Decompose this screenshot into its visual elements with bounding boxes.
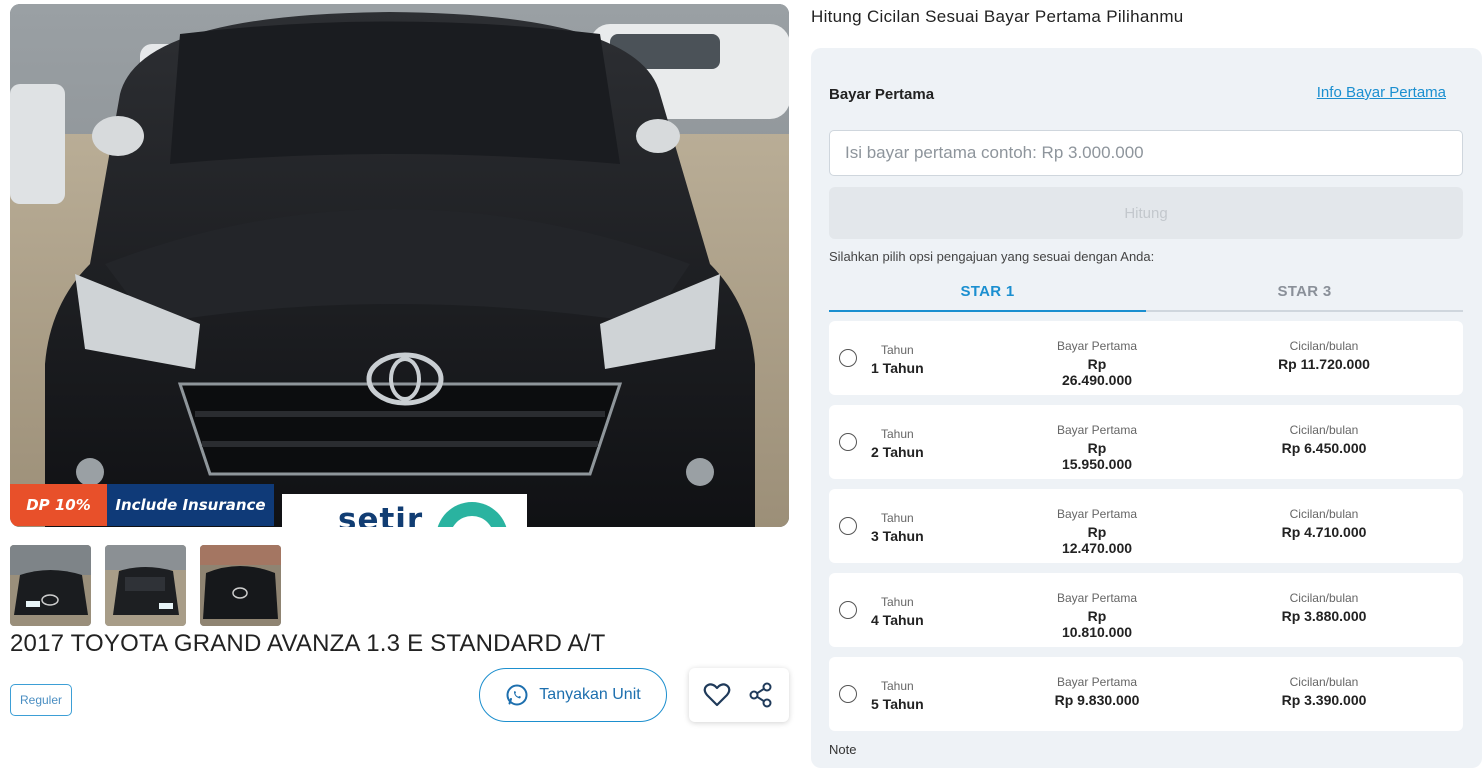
monthly-installment-cell: Cicilan/bulan Rp 6.450.000 bbox=[1278, 423, 1370, 456]
monthly-installment-header: Cicilan/bulan bbox=[1289, 339, 1359, 353]
installment-option-3[interactable]: Tahun 3 Tahun Bayar Pertama Rp 12.470.00… bbox=[829, 489, 1463, 563]
ask-unit-button[interactable]: Tanyakan Unit bbox=[479, 668, 667, 722]
calculator-title: Hitung Cicilan Sesuai Bayar Pertama Pili… bbox=[811, 7, 1184, 26]
thumbnail-3[interactable] bbox=[200, 545, 281, 626]
plan-tabs: STAR 1 STAR 3 bbox=[829, 276, 1463, 312]
dp-badge: DP 10% bbox=[10, 484, 107, 526]
monthly-installment-header: Cicilan/bulan bbox=[1289, 591, 1359, 605]
down-payment-header: Bayar Pertama bbox=[1056, 339, 1138, 353]
monthly-installment-value: Rp 6.450.000 bbox=[1281, 440, 1367, 456]
car-photo-illustration bbox=[10, 4, 789, 527]
down-payment-value: Rp 15.950.000 bbox=[1061, 440, 1133, 472]
option-radio[interactable] bbox=[839, 685, 857, 703]
tenor-header: Tahun bbox=[880, 343, 914, 357]
monthly-installment-value: Rp 4.710.000 bbox=[1281, 524, 1367, 540]
monthly-installment-cell: Cicilan/bulan Rp 3.880.000 bbox=[1278, 591, 1370, 624]
tenor-cell: Tahun 5 Tahun bbox=[871, 679, 924, 712]
installment-options-list: Tahun 1 Tahun Bayar Pertama Rp 26.490.00… bbox=[829, 321, 1463, 741]
monthly-installment-value: Rp 11.720.000 bbox=[1278, 356, 1370, 372]
tenor-value: 5 Tahun bbox=[871, 696, 924, 712]
down-payment-cell: Bayar Pertama Rp 26.490.000 bbox=[1051, 339, 1143, 388]
tenor-header: Tahun bbox=[880, 679, 914, 693]
share-icon[interactable] bbox=[745, 679, 777, 711]
installment-option-1[interactable]: Tahun 1 Tahun Bayar Pertama Rp 26.490.00… bbox=[829, 321, 1463, 395]
setir-logo-mark bbox=[436, 502, 508, 527]
option-radio[interactable] bbox=[839, 517, 857, 535]
down-payment-header: Bayar Pertama bbox=[1056, 507, 1138, 521]
listing-actions: Reguler Tanyakan Unit bbox=[10, 668, 790, 748]
setir-logo-text: setir bbox=[338, 502, 424, 527]
option-radio[interactable] bbox=[839, 349, 857, 367]
tenor-cell: Tahun 4 Tahun bbox=[871, 595, 924, 628]
down-payment-header: Bayar Pertama bbox=[1056, 675, 1138, 689]
monthly-installment-header: Cicilan/bulan bbox=[1289, 675, 1359, 689]
installment-option-2[interactable]: Tahun 2 Tahun Bayar Pertama Rp 15.950.00… bbox=[829, 405, 1463, 479]
monthly-installment-cell: Cicilan/bulan Rp 3.390.000 bbox=[1278, 675, 1370, 708]
down-payment-cell: Bayar Pertama Rp 10.810.000 bbox=[1051, 591, 1143, 640]
insurance-badge: Include Insurance bbox=[107, 484, 274, 526]
thumbnail-2[interactable] bbox=[105, 545, 186, 626]
down-payment-cell: Bayar Pertama Rp 12.470.000 bbox=[1051, 507, 1143, 556]
tenor-header: Tahun bbox=[880, 427, 914, 441]
tenor-value: 3 Tahun bbox=[871, 528, 924, 544]
ask-unit-label: Tanyakan Unit bbox=[539, 686, 641, 703]
bayar-pertama-input[interactable] bbox=[829, 130, 1463, 176]
tenor-value: 2 Tahun bbox=[871, 444, 924, 460]
tenor-cell: Tahun 3 Tahun bbox=[871, 511, 924, 544]
installment-option-5[interactable]: Tahun 5 Tahun Bayar Pertama Rp 9.830.000… bbox=[829, 657, 1463, 731]
note-label: Note bbox=[829, 742, 857, 757]
option-instruction-text: Silahkan pilih opsi pengajuan yang sesua… bbox=[829, 249, 1155, 264]
monthly-installment-cell: Cicilan/bulan Rp 11.720.000 bbox=[1278, 339, 1370, 372]
monthly-installment-value: Rp 3.390.000 bbox=[1281, 692, 1367, 708]
tenor-value: 4 Tahun bbox=[871, 612, 924, 628]
bayar-pertama-label: Bayar Pertama bbox=[829, 86, 935, 103]
tenor-cell: Tahun 1 Tahun bbox=[871, 343, 924, 376]
installment-calculator-panel: Bayar Pertama Info Bayar Pertama Hitung … bbox=[811, 48, 1482, 768]
installment-option-4[interactable]: Tahun 4 Tahun Bayar Pertama Rp 10.810.00… bbox=[829, 573, 1463, 647]
down-payment-value: Rp 9.830.000 bbox=[1054, 692, 1140, 708]
monthly-installment-cell: Cicilan/bulan Rp 4.710.000 bbox=[1278, 507, 1370, 540]
listing-column: DP 10% Include Insurance setir 2017 TOYO… bbox=[10, 4, 790, 748]
down-payment-header: Bayar Pertama bbox=[1056, 591, 1138, 605]
tab-star-3[interactable]: STAR 3 bbox=[1146, 276, 1463, 310]
down-payment-value: Rp 10.810.000 bbox=[1061, 608, 1133, 640]
monthly-installment-value: Rp 3.880.000 bbox=[1281, 608, 1367, 624]
down-payment-value: Rp 12.470.000 bbox=[1061, 524, 1133, 556]
down-payment-cell: Bayar Pertama Rp 15.950.000 bbox=[1051, 423, 1143, 472]
tenor-header: Tahun bbox=[880, 595, 914, 609]
car-title: 2017 TOYOTA GRAND AVANZA 1.3 E STANDARD … bbox=[10, 630, 606, 657]
tenor-cell: Tahun 2 Tahun bbox=[871, 427, 924, 460]
monthly-installment-header: Cicilan/bulan bbox=[1289, 423, 1359, 437]
hitung-button[interactable]: Hitung bbox=[829, 187, 1463, 239]
tenor-header: Tahun bbox=[880, 511, 914, 525]
thumbnail-strip bbox=[10, 545, 790, 626]
down-payment-header: Bayar Pertama bbox=[1056, 423, 1138, 437]
setir-logo: setir bbox=[282, 494, 527, 527]
action-icon-group bbox=[689, 668, 789, 722]
option-radio[interactable] bbox=[839, 433, 857, 451]
tenor-value: 1 Tahun bbox=[871, 360, 924, 376]
tab-star-1[interactable]: STAR 1 bbox=[829, 276, 1146, 312]
thumbnail-1[interactable] bbox=[10, 545, 91, 626]
down-payment-value: Rp 26.490.000 bbox=[1061, 356, 1133, 388]
option-radio[interactable] bbox=[839, 601, 857, 619]
reguler-tag: Reguler bbox=[10, 684, 72, 716]
monthly-installment-header: Cicilan/bulan bbox=[1289, 507, 1359, 521]
favorite-heart-icon[interactable] bbox=[701, 679, 733, 711]
car-main-photo[interactable]: DP 10% Include Insurance setir bbox=[10, 4, 789, 527]
info-bayar-pertama-link[interactable]: Info Bayar Pertama bbox=[1317, 84, 1446, 101]
whatsapp-icon bbox=[505, 683, 529, 707]
down-payment-cell: Bayar Pertama Rp 9.830.000 bbox=[1051, 675, 1143, 708]
